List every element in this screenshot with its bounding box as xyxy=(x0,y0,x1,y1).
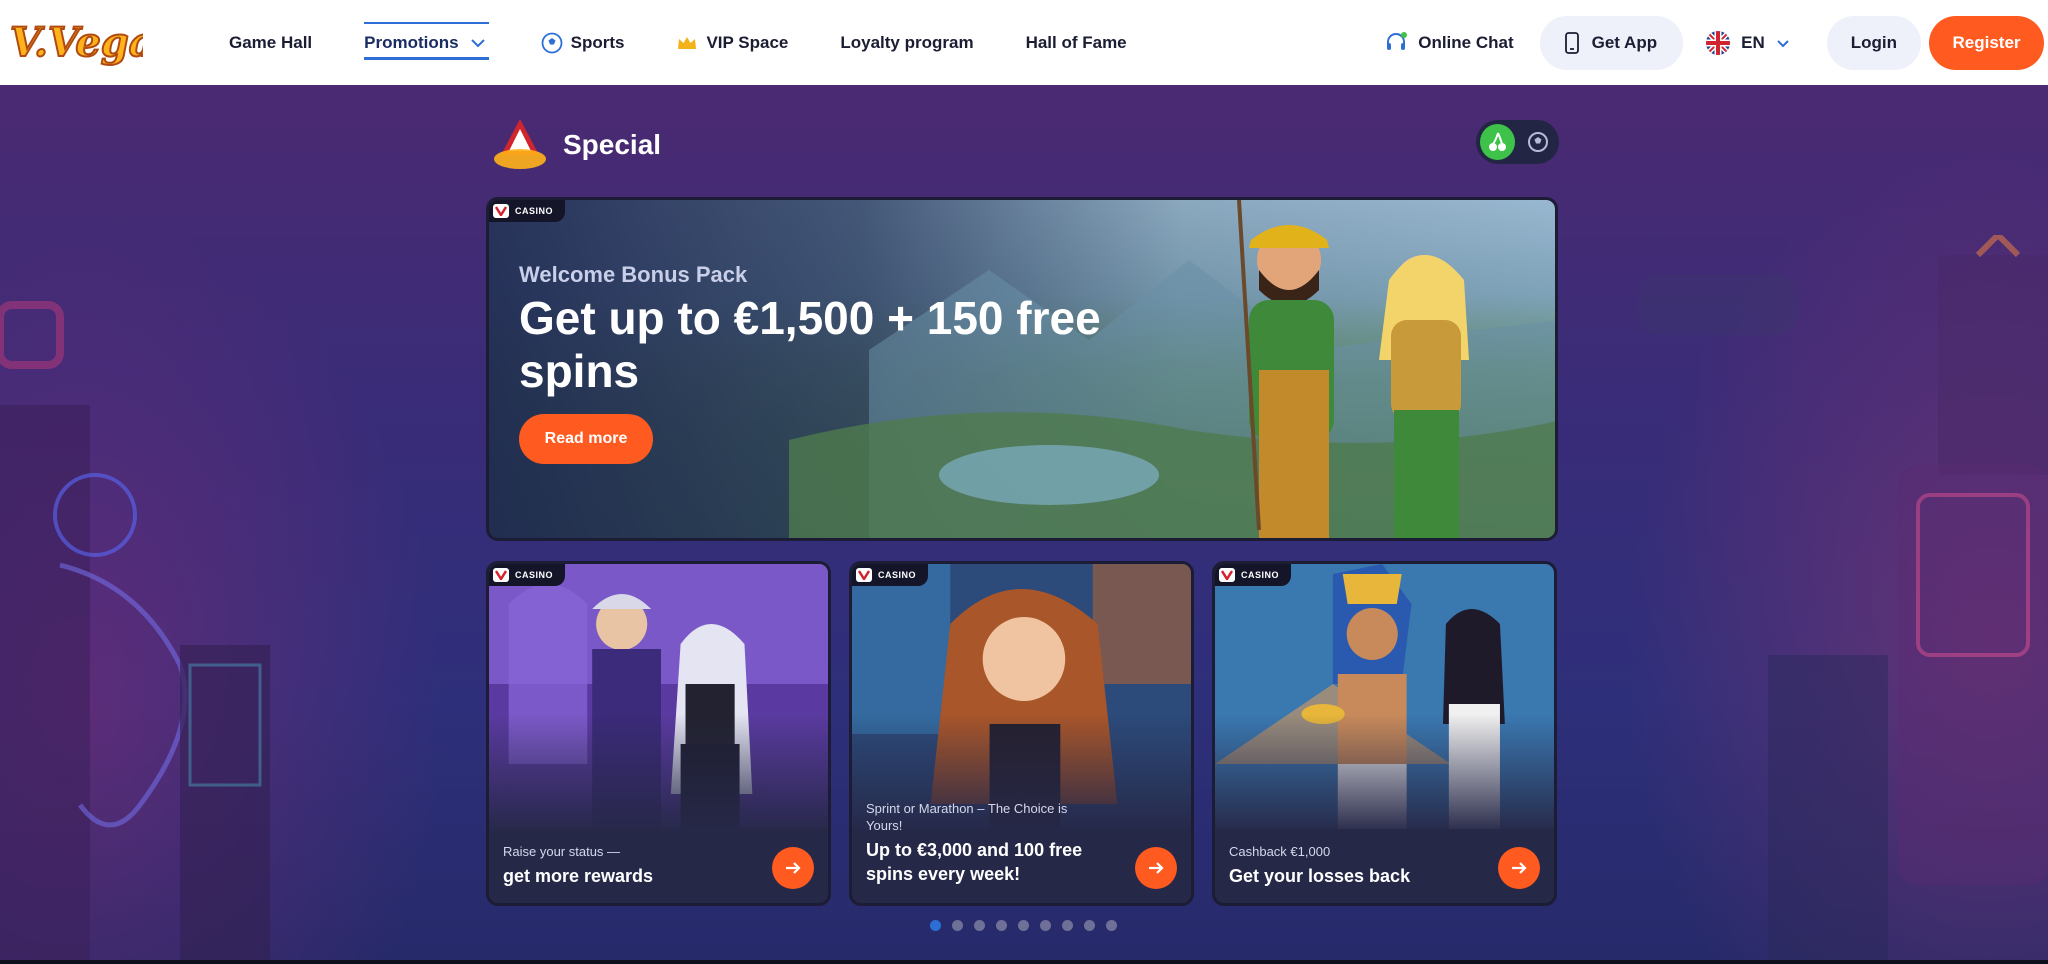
read-more-button[interactable]: Read more xyxy=(519,414,653,464)
casino-badge: CASINO xyxy=(489,200,566,222)
v-logo-icon xyxy=(493,204,509,218)
casino-badge: CASINO xyxy=(489,564,566,586)
nav-game-hall-label: Game Hall xyxy=(229,32,313,52)
v-logo-icon xyxy=(493,568,509,582)
neon-sign-right-decoration xyxy=(1638,235,2048,964)
vvegas-logo[interactable]: V.Vegas xyxy=(8,10,143,72)
headset-icon xyxy=(1387,31,1408,50)
card-title: Up to €3,000 and 100 free spins every we… xyxy=(866,840,1083,884)
card-arrow-button[interactable] xyxy=(1498,847,1540,889)
online-chat-label: Online Chat xyxy=(1418,32,1514,52)
casino-badge-label: CASINO xyxy=(515,570,554,580)
carousel-pagination xyxy=(930,920,1117,931)
online-chat-button[interactable]: Online Chat xyxy=(1384,31,1514,55)
card-arrow-button[interactable] xyxy=(1135,847,1177,889)
casino-badge-label: CASINO xyxy=(1241,570,1280,580)
pagination-dot[interactable] xyxy=(930,920,941,931)
nav-loyalty-label: Loyalty program xyxy=(840,32,974,52)
pagination-dot[interactable] xyxy=(1018,920,1029,931)
promo-card-status[interactable]: CASINO Raise your status — get more rewa… xyxy=(486,561,831,906)
card-title: get more rewards xyxy=(503,866,654,886)
pagination-dot[interactable] xyxy=(996,920,1007,931)
nav-hall-of-fame-label: Hall of Fame xyxy=(1025,32,1127,52)
bottom-edge xyxy=(0,960,2048,964)
nav-sports[interactable]: Sports xyxy=(541,0,625,85)
arrow-right-icon xyxy=(786,862,801,874)
nav-promotions[interactable]: Promotions xyxy=(364,0,490,85)
soccer-ball-icon xyxy=(1527,132,1548,152)
card-image-fade xyxy=(1215,714,1554,834)
get-app-label: Get App xyxy=(1591,32,1658,52)
welcome-bonus-banner[interactable]: CASINO Welcome Bonus Pack Get up to €1,5… xyxy=(486,197,1558,541)
toggle-casino[interactable] xyxy=(1480,124,1515,160)
nav-game-hall[interactable]: Game Hall xyxy=(229,0,312,85)
pagination-dot[interactable] xyxy=(974,920,985,931)
phone-icon xyxy=(1564,31,1579,54)
card-image-fade xyxy=(489,714,828,834)
crown-icon xyxy=(678,36,697,49)
casino-sports-toggle[interactable] xyxy=(1476,120,1559,164)
login-button[interactable]: Login xyxy=(1826,15,1921,70)
vegas-badge-logo xyxy=(494,119,546,169)
card-subtitle: Cashback €1,000 xyxy=(1229,844,1331,859)
neon-sign-left-decoration xyxy=(0,301,270,964)
promo-card-cashback[interactable]: CASINO Cashback €1,000 Get your losses b… xyxy=(1212,561,1557,906)
pagination-dot[interactable] xyxy=(1084,920,1095,931)
header-tools: Online Chat Get App EN Login Register xyxy=(1384,0,2048,85)
cherries-icon xyxy=(1488,132,1506,151)
nav-promotions-label: Promotions xyxy=(364,32,459,52)
section-title: Special xyxy=(563,129,662,160)
get-app-button[interactable]: Get App xyxy=(1539,15,1684,70)
login-label: Login xyxy=(1850,32,1897,52)
top-header: V.Vegas Game Hall Promotions Sports VIP … xyxy=(0,0,2048,85)
pagination-dot[interactable] xyxy=(952,920,963,931)
lumberjack-couple-illustration xyxy=(1237,200,1469,538)
nav-loyalty-program[interactable]: Loyalty program xyxy=(840,0,973,85)
promo-card-sprint-marathon[interactable]: CASINO Sprint or Marathon – The Choice i… xyxy=(849,561,1194,906)
nav-vip-label: VIP Space xyxy=(706,32,789,52)
casino-badge-label: CASINO xyxy=(878,570,917,580)
hero-subtitle: Welcome Bonus Pack xyxy=(519,262,748,287)
special-section-header: Special xyxy=(489,115,661,175)
arrow-right-icon xyxy=(1512,862,1527,874)
soccer-ball-icon xyxy=(541,32,563,53)
v-logo-icon xyxy=(856,568,872,582)
pagination-dot[interactable] xyxy=(1040,920,1051,931)
register-button[interactable]: Register xyxy=(1929,15,2044,70)
v-logo-icon xyxy=(1219,568,1235,582)
casino-badge: CASINO xyxy=(852,564,929,586)
hero-title: Get up to €1,500 + 150 free spins xyxy=(519,292,1101,397)
nav-sports-label: Sports xyxy=(570,32,625,52)
language-selector[interactable]: EN xyxy=(1705,30,1791,56)
pagination-dot[interactable] xyxy=(1062,920,1073,931)
chevron-down-icon xyxy=(470,38,485,47)
card-arrow-button[interactable] xyxy=(772,847,814,889)
toggle-sports[interactable] xyxy=(1520,124,1555,160)
pagination-dot[interactable] xyxy=(1106,920,1117,931)
main-nav: Game Hall Promotions Sports VIP Space Lo… xyxy=(229,0,1127,85)
nav-active-underline xyxy=(364,57,489,60)
card-subtitle: Raise your status — xyxy=(503,844,621,859)
casino-badge: CASINO xyxy=(1215,564,1292,586)
nav-hall-of-fame[interactable]: Hall of Fame xyxy=(1026,0,1127,85)
card-subtitle: Sprint or Marathon – The Choice is Yours… xyxy=(866,801,1068,833)
language-label: EN xyxy=(1741,32,1765,52)
casino-badge-label: CASINO xyxy=(515,206,554,216)
logo-text: V.Vegas xyxy=(10,19,143,66)
register-label: Register xyxy=(1952,32,2021,52)
chevron-down-icon xyxy=(1777,39,1789,47)
nav-vip-space[interactable]: VIP Space xyxy=(676,0,788,85)
arrow-right-icon xyxy=(1149,862,1164,874)
uk-flag-icon xyxy=(1706,30,1731,55)
card-title: Get your losses back xyxy=(1229,866,1411,886)
